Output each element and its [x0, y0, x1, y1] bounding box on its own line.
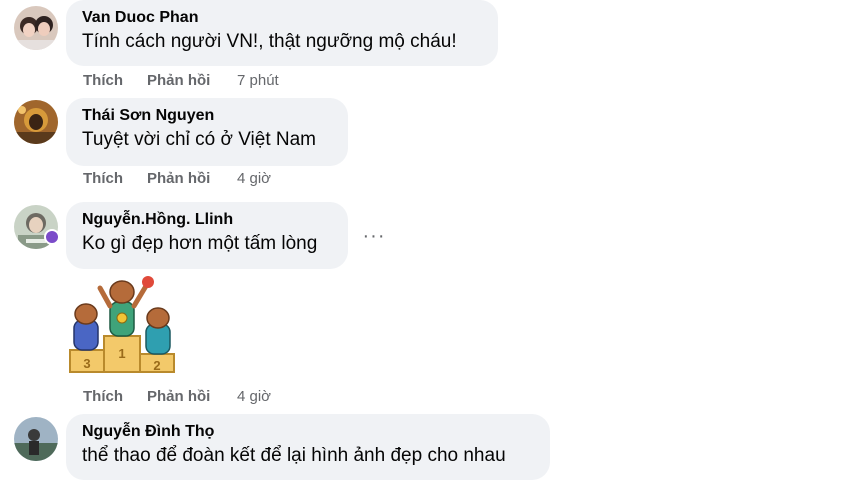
reply-button[interactable]: Phản hồi	[147, 388, 210, 405]
online-badge	[44, 229, 60, 245]
like-button[interactable]: Thích	[83, 170, 123, 187]
comment-author[interactable]: Thái Sơn Nguyen	[82, 106, 332, 126]
third-place-number: 3	[83, 356, 90, 371]
comment-bubble: Van Duoc Phan Tính cách người VN!, thật …	[66, 0, 498, 66]
second-place-number: 2	[153, 358, 160, 373]
avatar[interactable]	[14, 6, 58, 50]
comment-text: Tính cách người VN!, thật ngưỡng mộ cháu…	[82, 31, 457, 52]
first-place-number: 1	[118, 346, 125, 361]
comment-text: thể thao để đoàn kết để lại hình ảnh đẹp…	[82, 445, 506, 466]
more-options-button[interactable]: ···	[360, 222, 388, 250]
comment-text: Ko gì đẹp hơn một tấm lòng	[82, 233, 318, 254]
avatar[interactable]	[14, 100, 58, 144]
like-button[interactable]: Thích	[83, 388, 123, 405]
like-button[interactable]: Thích	[83, 72, 123, 89]
comment-author[interactable]: Nguyễn.Hồng. Llinh	[82, 210, 332, 230]
comment-bubble: Thái Sơn Nguyen Tuyệt vời chỉ có ở Việt …	[66, 98, 348, 166]
comment-bubble: Nguyễn.Hồng. Llinh Ko gì đẹp hơn một tấm…	[66, 202, 348, 269]
reply-button[interactable]: Phản hồi	[147, 170, 210, 187]
reply-button[interactable]: Phản hồi	[147, 72, 210, 89]
avatar[interactable]	[14, 417, 58, 461]
comment-time[interactable]: 4 giờ	[237, 170, 271, 187]
comment-author[interactable]: Van Duoc Phan	[82, 8, 482, 28]
comment-time[interactable]: 4 giờ	[237, 388, 271, 405]
comment-author[interactable]: Nguyễn Đình Thọ	[82, 422, 534, 442]
comment-bubble: Nguyễn Đình Thọ thể thao để đoàn kết để …	[66, 414, 550, 480]
comment-time[interactable]: 7 phút	[237, 72, 279, 89]
comment-text: Tuyệt vời chỉ có ở Việt Nam	[82, 129, 316, 150]
podium-sticker[interactable]: 1 3 2	[66, 274, 178, 376]
